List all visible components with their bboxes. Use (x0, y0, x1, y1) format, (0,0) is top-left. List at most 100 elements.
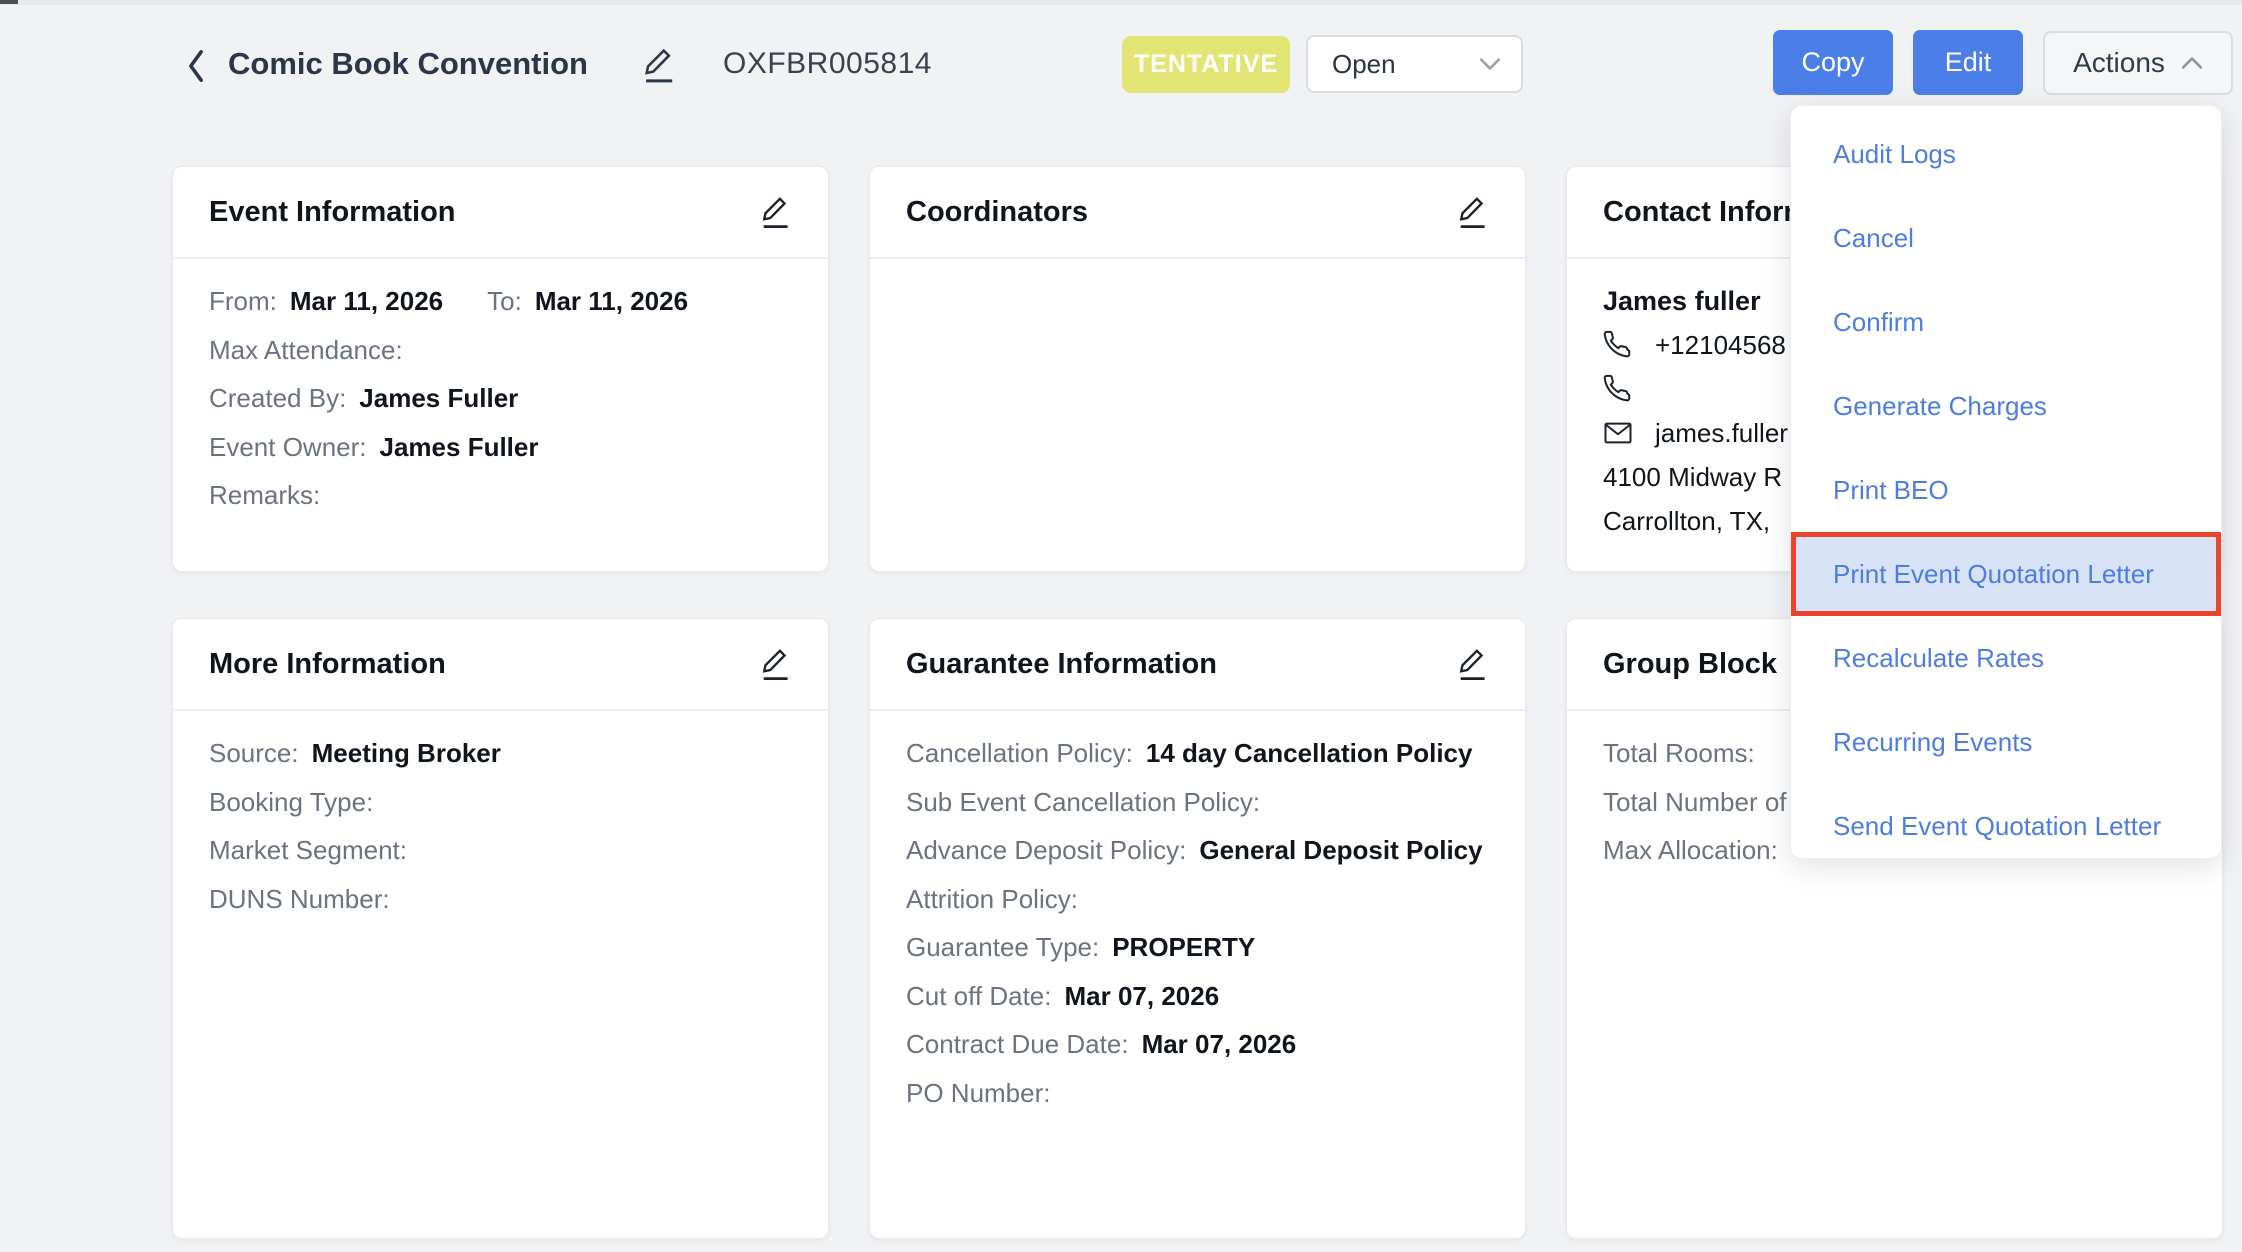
edit-button[interactable]: Edit (1913, 30, 2023, 95)
menu-item-label: Send Event Quotation Letter (1833, 811, 2161, 842)
copy-button[interactable]: Copy (1773, 30, 1893, 95)
edit-title-button[interactable] (641, 45, 677, 85)
menu-item-label: Cancel (1833, 223, 1914, 254)
card-more-information: More Information Source: Meeting Broker Bo… (172, 618, 829, 1239)
envelope-icon (1603, 418, 1633, 448)
info-row: Remarks: (209, 471, 792, 520)
status-select-value: Open (1332, 49, 1396, 80)
back-button[interactable] (183, 48, 209, 84)
menu-item-label: Confirm (1833, 307, 1924, 338)
field-label: Guarantee Type: (906, 932, 1099, 962)
field-label: Market Segment: (209, 835, 407, 865)
field-label: DUNS Number: (209, 884, 390, 914)
card-body (870, 259, 1525, 295)
info-row: Attrition Policy: (906, 875, 1489, 924)
card-title: More Information (209, 648, 446, 681)
field-label: Booking Type: (209, 787, 373, 817)
info-row: Booking Type: (209, 778, 792, 827)
info-row: Max Attendance: (209, 326, 792, 375)
pencil-icon (1456, 646, 1489, 682)
info-row: Market Segment: (209, 826, 792, 875)
actions-button[interactable]: Actions (2043, 31, 2233, 95)
field-label: To: (487, 286, 522, 316)
phone-icon (1603, 330, 1633, 360)
field-value: James Fuller (380, 432, 539, 462)
field-value: General Deposit Policy (1199, 835, 1482, 865)
pencil-icon (759, 646, 792, 682)
field-label: Advance Deposit Policy: (906, 835, 1186, 865)
menu-item-print-event-quotation-letter[interactable]: Print Event Quotation Letter (1791, 532, 2221, 616)
field-label: Max Allocation: (1603, 835, 1778, 865)
field-label: Sub Event Cancellation Policy: (906, 787, 1260, 817)
info-row: Guarantee Type: PROPERTY (906, 923, 1489, 972)
edit-event-information-button[interactable] (759, 194, 792, 230)
contact-phone-primary: +12104568 (1655, 330, 1786, 361)
card-coordinators: Coordinators (869, 166, 1526, 572)
menu-item-cancel[interactable]: Cancel (1791, 196, 2221, 280)
menu-item-label: Print BEO (1833, 475, 1949, 506)
actions-button-label: Actions (2073, 47, 2165, 79)
menu-item-label: Recurring Events (1833, 727, 2032, 758)
menu-item-recurring-events[interactable]: Recurring Events (1791, 700, 2221, 784)
menu-item-print-beo[interactable]: Print BEO (1791, 448, 2221, 532)
card-header: Guarantee Information (870, 619, 1525, 711)
menu-item-recalculate-rates[interactable]: Recalculate Rates (1791, 616, 2221, 700)
status-select[interactable]: Open (1306, 35, 1523, 93)
card-header: Coordinators (870, 167, 1525, 259)
status-badge: TENTATIVE (1122, 36, 1290, 93)
corner-sliver (0, 0, 18, 4)
field-label: Total Rooms: (1603, 738, 1755, 768)
field-label: Cancellation Policy: (906, 738, 1133, 768)
menu-item-label: Recalculate Rates (1833, 643, 2044, 674)
top-strip (0, 0, 2242, 5)
info-row: Advance Deposit Policy: General Deposit P… (906, 826, 1489, 875)
field-value: Mar 11, 2026 (290, 286, 443, 316)
card-header: More Information (173, 619, 828, 711)
menu-item-audit-logs[interactable]: Audit Logs (1791, 112, 2221, 196)
card-title: Event Information (209, 196, 456, 229)
field-label: Total Number of (1603, 787, 1787, 817)
chevron-down-icon (1479, 57, 1501, 71)
menu-item-confirm[interactable]: Confirm (1791, 280, 2221, 364)
field-label: Cut off Date: (906, 981, 1052, 1011)
chevron-left-icon (183, 48, 209, 84)
edit-guarantee-information-button[interactable] (1456, 646, 1489, 682)
menu-item-send-event-quotation-letter[interactable]: Send Event Quotation Letter (1791, 784, 2221, 868)
field-value: PROPERTY (1112, 932, 1255, 962)
info-row: Source: Meeting Broker (209, 729, 792, 778)
contact-email: james.fuller (1655, 418, 1788, 449)
edit-more-information-button[interactable] (759, 646, 792, 682)
info-row: From:Mar 11, 2026To:Mar 11, 2026 (209, 277, 792, 326)
field-label: Source: (209, 738, 299, 768)
edit-coordinators-button[interactable] (1456, 194, 1489, 230)
card-header: Event Information (173, 167, 828, 259)
info-row: DUNS Number: (209, 875, 792, 924)
field-label: Max Attendance: (209, 335, 403, 365)
pencil-icon (759, 194, 792, 230)
info-row: Contract Due Date:Mar 07, 2026 (906, 1020, 1489, 1069)
info-row: Event Owner: James Fuller (209, 423, 792, 472)
event-detail-page: Comic Book Convention OXFBR005814 TENTAT… (0, 0, 2242, 1252)
field-label: Remarks: (209, 480, 320, 510)
field-value: Mar 07, 2026 (1065, 981, 1220, 1011)
pencil-icon (641, 45, 677, 85)
card-body: Source: Meeting Broker Booking Type: Market… (173, 711, 828, 941)
field-value: James Fuller (359, 383, 518, 413)
info-row: Created By:James Fuller (209, 374, 792, 423)
field-value: Mar 07, 2026 (1142, 1029, 1297, 1059)
info-row: Cancellation Policy:14 day Cancellation … (906, 729, 1489, 778)
field-label: Event Owner: (209, 432, 367, 462)
menu-item-label: Generate Charges (1833, 391, 2047, 422)
field-value: Meeting Broker (312, 738, 501, 768)
pencil-icon (1456, 194, 1489, 230)
info-row: Sub Event Cancellation Policy: (906, 778, 1489, 827)
card-guarantee-information: Guarantee Information Cancellation Polic… (869, 618, 1526, 1239)
menu-item-generate-charges[interactable]: Generate Charges (1791, 364, 2221, 448)
reference-number: OXFBR005814 (723, 47, 932, 81)
menu-item-label: Audit Logs (1833, 139, 1956, 170)
card-event-information: Event Information From: Mar 11, 2026 To: Ma… (172, 166, 829, 572)
card-body: Cancellation Policy:14 day Cancellation … (870, 711, 1525, 1135)
phone-icon (1603, 374, 1633, 404)
field-label: From: (209, 286, 277, 316)
info-row: Cut off Date: Mar 07, 2026 (906, 972, 1489, 1021)
